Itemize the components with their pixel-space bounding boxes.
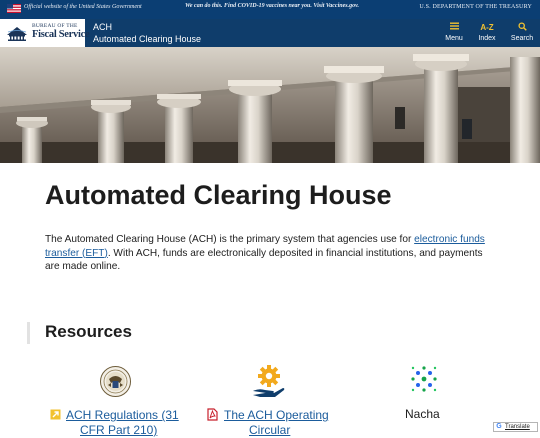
- nacha-logo-icon: [411, 366, 437, 392]
- gear-hand-icon: [253, 365, 285, 397]
- capitol-building-icon: [7, 27, 27, 41]
- intro-text-end: . With ACH, funds are electronically dep…: [45, 247, 483, 273]
- ach-circular-line1: The ACH Operating: [224, 408, 329, 422]
- nacha-label[interactable]: Nacha: [405, 407, 440, 421]
- hero-image: [0, 47, 540, 163]
- resources-heading: Resources: [45, 322, 132, 341]
- translate-label: Translate: [505, 424, 530, 430]
- covid-vaccine-link[interactable]: We can do this. Find COVID-19 vaccines n…: [185, 2, 375, 10]
- treasury-seal-icon: [100, 366, 131, 397]
- intro-text-start: The Automated Clearing House (ACH) is th…: [45, 234, 415, 245]
- site-title-link[interactable]: Automated Clearing House: [93, 34, 201, 44]
- intro-paragraph: The Automated Clearing House (ACH) is th…: [45, 233, 497, 274]
- official-site-text: Official website of the United States Go…: [24, 4, 142, 10]
- gov-banner: Official website of the United States Go…: [0, 0, 540, 19]
- site-header: BUREAU OF THE Fiscal Service ACH Automat…: [0, 19, 540, 47]
- ach-operating-circular-link[interactable]: The ACH Operating Circular: [224, 408, 329, 438]
- fiscal-service-logo[interactable]: BUREAU OF THE Fiscal Service: [0, 19, 90, 47]
- index-button[interactable]: A-Z Index: [470, 22, 504, 46]
- search-button[interactable]: Search: [505, 22, 539, 46]
- ach-regulations-link[interactable]: ACH Regulations (31 CFR Part 210): [66, 408, 179, 438]
- resources-accent-bar: [27, 322, 30, 344]
- treasury-columns-image: [0, 47, 540, 163]
- search-label: Search: [510, 35, 534, 42]
- page-title: Automated Clearing House: [45, 180, 392, 210]
- site-abbrev: ACH: [93, 22, 113, 32]
- ach-regulations-line1: ACH Regulations (31: [66, 408, 179, 422]
- logo-fiscal-text: Fiscal Service: [32, 29, 90, 40]
- google-translate-button[interactable]: G Translate: [493, 422, 538, 432]
- ach-regulations-line2: CFR Part 210): [80, 423, 158, 437]
- google-g-icon: G: [496, 423, 502, 430]
- us-flag-icon: [7, 4, 21, 13]
- pdf-icon: [207, 408, 218, 421]
- a-z-icon: A-Z: [480, 23, 494, 32]
- menu-label: Menu: [445, 35, 463, 42]
- treasury-department-link[interactable]: U.S. DEPARTMENT OF THE TREASURY: [419, 4, 532, 10]
- hamburger-icon: [437, 22, 471, 34]
- search-icon: [505, 22, 539, 34]
- external-link-icon: [50, 409, 61, 420]
- menu-button[interactable]: Menu: [437, 22, 471, 46]
- index-label: Index: [478, 35, 496, 42]
- ach-circular-line2: Circular: [249, 423, 291, 437]
